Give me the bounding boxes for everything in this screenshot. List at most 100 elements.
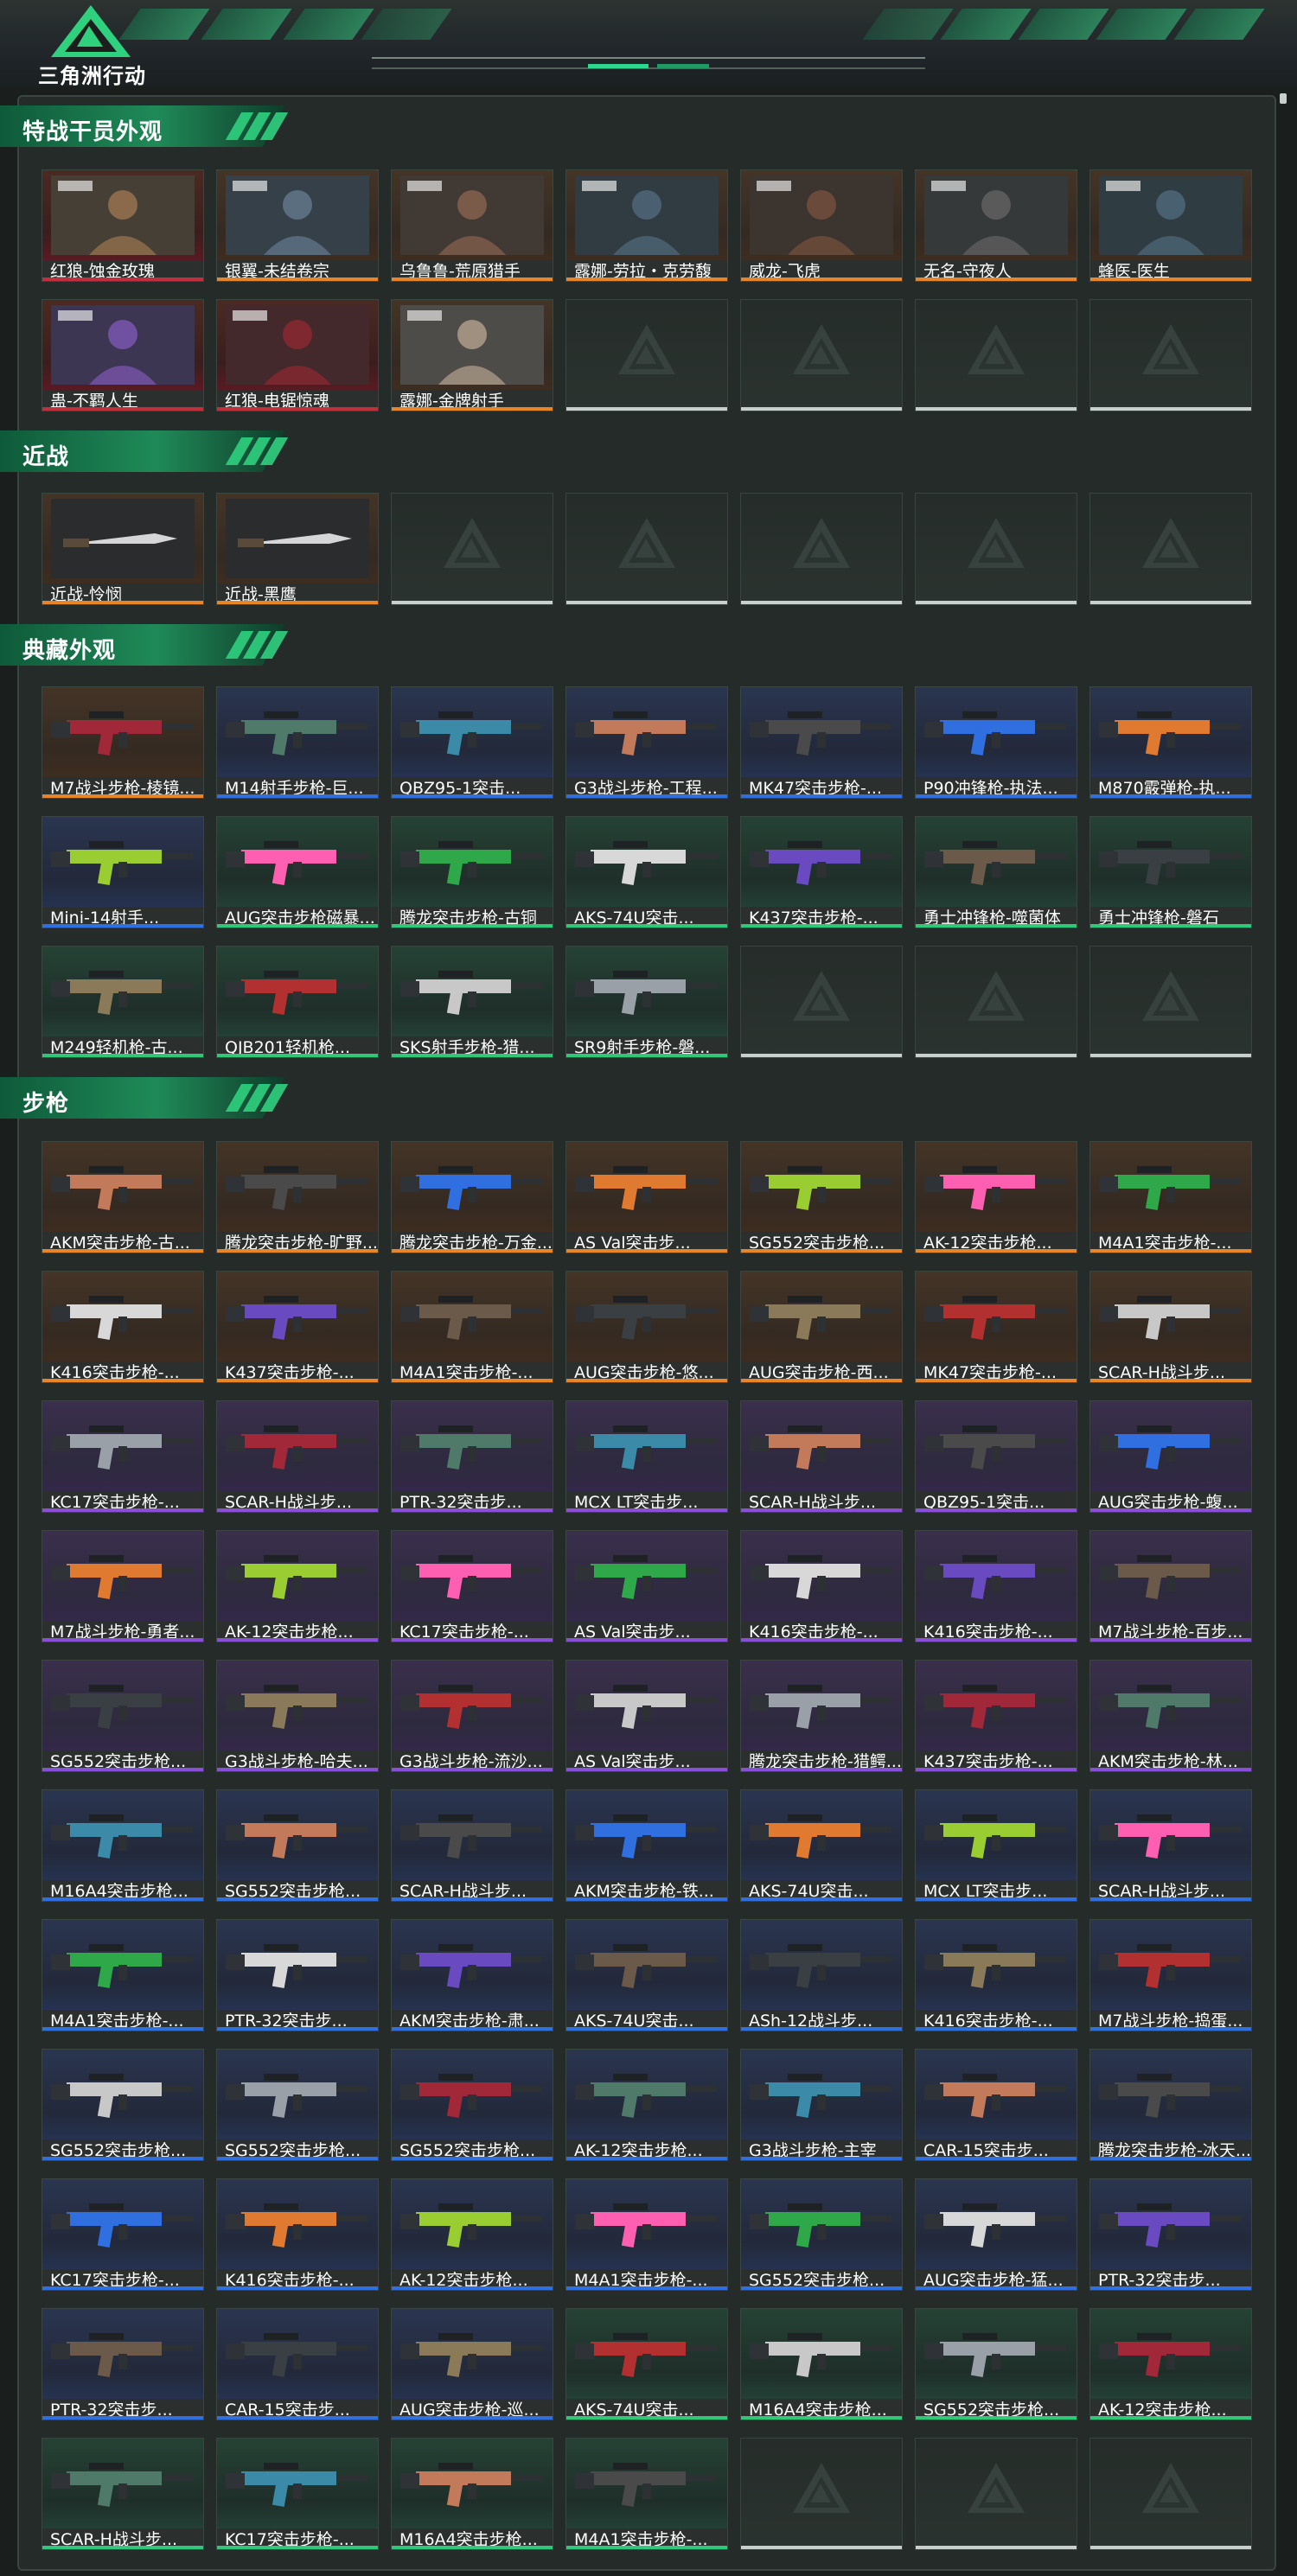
weapon-skin-card[interactable]: SG552突击步枪... bbox=[216, 2049, 379, 2161]
weapon-skin-card[interactable]: AUG突击步枪-巡... bbox=[391, 2308, 553, 2420]
weapon-skin-card[interactable]: K437突击步枪-... bbox=[915, 1660, 1077, 1772]
operator-skin-card[interactable]: 露娜-金牌射手 bbox=[391, 299, 553, 411]
weapon-skin-card[interactable]: MCX LT突击步... bbox=[915, 1789, 1077, 1902]
weapon-skin-card[interactable]: K416突击步枪-... bbox=[216, 2178, 379, 2291]
weapon-skin-card[interactable]: 腾龙突击步枪-猎鳄... bbox=[740, 1660, 903, 1772]
weapon-skin-card[interactable]: KC17突击步枪-... bbox=[391, 1530, 553, 1642]
weapon-skin-card[interactable]: QBZ95-1突击... bbox=[915, 1400, 1077, 1513]
weapon-skin-card[interactable]: AUG突击步枪-猛... bbox=[915, 2178, 1077, 2291]
weapon-skin-card[interactable]: M14射手步枪-巨... bbox=[216, 686, 379, 799]
weapon-skin-card[interactable]: M7战斗步枪-捣蛋... bbox=[1089, 1919, 1252, 2031]
weapon-skin-card[interactable]: G3战斗步枪-哈夫... bbox=[216, 1660, 379, 1772]
weapon-skin-card[interactable]: AUG突击步枪-悠... bbox=[565, 1271, 728, 1383]
weapon-skin-card[interactable]: G3战斗步枪-主宰 bbox=[740, 2049, 903, 2161]
weapon-skin-card[interactable]: 腾龙突击步枪-旷野... bbox=[216, 1141, 379, 1253]
weapon-skin-card[interactable]: KC17突击步枪-... bbox=[42, 1400, 204, 1513]
weapon-skin-card[interactable]: PTR-32突击步... bbox=[391, 1400, 553, 1513]
weapon-skin-card[interactable]: K437突击步枪-... bbox=[740, 816, 903, 928]
weapon-skin-card[interactable]: G3战斗步枪-流沙... bbox=[391, 1660, 553, 1772]
weapon-skin-card[interactable]: M4A1突击步枪-... bbox=[1089, 1141, 1252, 1253]
weapon-skin-card[interactable]: CAR-15突击步... bbox=[216, 2308, 379, 2420]
weapon-skin-card[interactable]: M7战斗步枪-勇者... bbox=[42, 1530, 204, 1642]
weapon-skin-card[interactable]: K416突击步枪-... bbox=[915, 1919, 1077, 2031]
weapon-skin-card[interactable]: SCAR-H战斗步... bbox=[740, 1400, 903, 1513]
weapon-skin-card[interactable]: SCAR-H战斗步... bbox=[391, 1789, 553, 1902]
weapon-skin-card[interactable]: AKS-74U突击... bbox=[740, 1789, 903, 1902]
weapon-skin-card[interactable]: K437突击步枪-... bbox=[216, 1271, 379, 1383]
weapon-skin-card[interactable]: P90冲锋枪-执法... bbox=[915, 686, 1077, 799]
weapon-skin-card[interactable]: M870霰弹枪-执... bbox=[1089, 686, 1252, 799]
weapon-skin-card[interactable]: CAR-15突击步... bbox=[915, 2049, 1077, 2161]
weapon-skin-card[interactable]: SG552突击步枪... bbox=[740, 2178, 903, 2291]
operator-skin-card[interactable]: 乌鲁鲁-荒原猎手 bbox=[391, 169, 553, 282]
operator-skin-card[interactable]: 红狼-蚀金玫瑰 bbox=[42, 169, 204, 282]
weapon-skin-card[interactable]: AK-12突击步枪... bbox=[216, 1530, 379, 1642]
weapon-skin-card[interactable]: AKM突击步枪-铁... bbox=[565, 1789, 728, 1902]
weapon-skin-card[interactable]: SKS射手步枪-猎... bbox=[391, 946, 553, 1058]
weapon-skin-card[interactable]: AKM突击步枪-古... bbox=[42, 1141, 204, 1253]
operator-skin-card[interactable]: 无名-守夜人 bbox=[915, 169, 1077, 282]
weapon-skin-card[interactable]: SCAR-H战斗步... bbox=[42, 2438, 204, 2550]
weapon-skin-card[interactable]: SG552突击步枪... bbox=[915, 2308, 1077, 2420]
weapon-skin-card[interactable]: AK-12突击步枪... bbox=[391, 2178, 553, 2291]
weapon-skin-card[interactable]: AK-12突击步枪... bbox=[915, 1141, 1077, 1253]
weapon-skin-card[interactable]: M4A1突击步枪-... bbox=[565, 2438, 728, 2550]
weapon-skin-card[interactable]: G3战斗步枪-工程... bbox=[565, 686, 728, 799]
weapon-skin-card[interactable]: ASh-12战斗步... bbox=[740, 1919, 903, 2031]
weapon-skin-card[interactable]: AK-12突击步枪... bbox=[565, 2049, 728, 2161]
weapon-skin-card[interactable]: M16A4突击步枪... bbox=[391, 2438, 553, 2550]
weapon-skin-card[interactable]: PTR-32突击步... bbox=[42, 2308, 204, 2420]
weapon-skin-card[interactable]: SCAR-H战斗步... bbox=[1089, 1789, 1252, 1902]
weapon-skin-card[interactable]: QJB201轻机枪... bbox=[216, 946, 379, 1058]
weapon-skin-card[interactable]: KC17突击步枪-... bbox=[42, 2178, 204, 2291]
weapon-skin-card[interactable]: AUG突击步枪磁暴... bbox=[216, 816, 379, 928]
weapon-skin-card[interactable]: MCX LT突击步... bbox=[565, 1400, 728, 1513]
operator-skin-card[interactable]: 蜂医-医生 bbox=[1089, 169, 1252, 282]
weapon-skin-card[interactable]: SCAR-H战斗步... bbox=[1089, 1271, 1252, 1383]
melee-skin-card[interactable]: 近战-怜悯 bbox=[42, 493, 204, 605]
weapon-skin-card[interactable]: AUG突击步枪-西... bbox=[740, 1271, 903, 1383]
operator-skin-card[interactable]: 银翼-未结卷宗 bbox=[216, 169, 379, 282]
weapon-skin-card[interactable]: M4A1突击步枪-... bbox=[42, 1919, 204, 2031]
weapon-skin-card[interactable]: AS Val突击步... bbox=[565, 1141, 728, 1253]
weapon-skin-card[interactable]: 勇士冲锋枪-噬菌体 bbox=[915, 816, 1077, 928]
operator-skin-card[interactable]: 露娜-劳拉・克劳馥 bbox=[565, 169, 728, 282]
operator-skin-card[interactable]: 蛊-不羁人生 bbox=[42, 299, 204, 411]
weapon-skin-card[interactable]: AKM突击步枪-肃... bbox=[391, 1919, 553, 2031]
weapon-skin-card[interactable]: SR9射手步枪-磐... bbox=[565, 946, 728, 1058]
weapon-skin-card[interactable]: AKM突击步枪-林... bbox=[1089, 1660, 1252, 1772]
weapon-skin-card[interactable]: SG552突击步枪... bbox=[42, 2049, 204, 2161]
weapon-skin-card[interactable]: M7战斗步枪-棱镜... bbox=[42, 686, 204, 799]
operator-skin-card[interactable]: 红狼-电锯惊魂 bbox=[216, 299, 379, 411]
weapon-skin-card[interactable]: AK-12突击步枪... bbox=[1089, 2308, 1252, 2420]
melee-skin-card[interactable]: 近战-黑鹰 bbox=[216, 493, 379, 605]
weapon-skin-card[interactable]: 腾龙突击步枪-万金... bbox=[391, 1141, 553, 1253]
weapon-skin-card[interactable]: 腾龙突击步枪-古铜 bbox=[391, 816, 553, 928]
weapon-skin-card[interactable]: AUG突击步枪-蝮... bbox=[1089, 1400, 1252, 1513]
weapon-skin-card[interactable]: M4A1突击步枪-... bbox=[391, 1271, 553, 1383]
weapon-skin-card[interactable]: KC17突击步枪-... bbox=[216, 2438, 379, 2550]
weapon-skin-card[interactable]: M4A1突击步枪-... bbox=[565, 2178, 728, 2291]
weapon-skin-card[interactable]: MK47突击步枪-... bbox=[740, 686, 903, 799]
weapon-skin-card[interactable]: K416突击步枪-... bbox=[42, 1271, 204, 1383]
weapon-skin-card[interactable]: PTR-32突击步... bbox=[216, 1919, 379, 2031]
weapon-skin-card[interactable]: M7战斗步枪-百步... bbox=[1089, 1530, 1252, 1642]
weapon-skin-card[interactable]: AS Val突击步... bbox=[565, 1530, 728, 1642]
weapon-skin-card[interactable]: 勇士冲锋枪-磐石 bbox=[1089, 816, 1252, 928]
weapon-skin-card[interactable]: AKS-74U突击... bbox=[565, 2308, 728, 2420]
weapon-skin-card[interactable]: SCAR-H战斗步... bbox=[216, 1400, 379, 1513]
weapon-skin-card[interactable]: M249轻机枪-古... bbox=[42, 946, 204, 1058]
weapon-skin-card[interactable]: AKS-74U突击... bbox=[565, 816, 728, 928]
operator-skin-card[interactable]: 威龙-飞虎 bbox=[740, 169, 903, 282]
weapon-skin-card[interactable]: M16A4突击步枪... bbox=[740, 2308, 903, 2420]
weapon-skin-card[interactable]: AKS-74U突击... bbox=[565, 1919, 728, 2031]
weapon-skin-card[interactable]: Mini-14射手... bbox=[42, 816, 204, 928]
weapon-skin-card[interactable]: QBZ95-1突击... bbox=[391, 686, 553, 799]
weapon-skin-card[interactable]: AS Val突击步... bbox=[565, 1660, 728, 1772]
weapon-skin-card[interactable]: 腾龙突击步枪-冰天... bbox=[1089, 2049, 1252, 2161]
weapon-skin-card[interactable]: M16A4突击步枪... bbox=[42, 1789, 204, 1902]
weapon-skin-card[interactable]: SG552突击步枪... bbox=[42, 1660, 204, 1772]
weapon-skin-card[interactable]: K416突击步枪-... bbox=[740, 1530, 903, 1642]
weapon-skin-card[interactable]: SG552突击步枪... bbox=[216, 1789, 379, 1902]
weapon-skin-card[interactable]: SG552突击步枪... bbox=[740, 1141, 903, 1253]
